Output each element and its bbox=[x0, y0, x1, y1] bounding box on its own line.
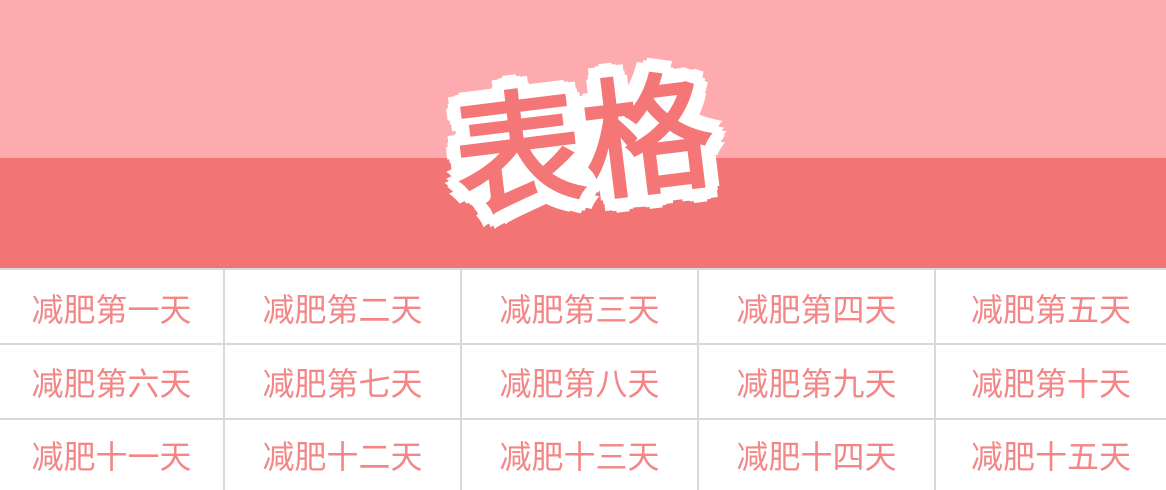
table-cell: 减肥第五天 bbox=[970, 290, 1131, 329]
page-title: 表格 bbox=[446, 56, 723, 237]
table-cell: 减肥十二天 bbox=[225, 420, 462, 490]
table-cell: 减肥十一天 bbox=[0, 420, 225, 490]
header-banner: 表格 bbox=[0, 0, 1166, 268]
table-cell: 减肥第三天 bbox=[462, 270, 699, 343]
table-cell: 减肥十五天 bbox=[970, 438, 1131, 476]
table-cell: 减肥第十天 bbox=[970, 364, 1131, 403]
table-cell: 减肥第八天 bbox=[462, 345, 699, 418]
table-row: 减肥第一天 减肥第二天 减肥第三天 减肥第四天 减肥第五天 bbox=[0, 270, 1166, 345]
table-row: 减肥十一天 减肥十二天 减肥十三天 减肥十四天 减肥十五天 bbox=[0, 420, 1166, 490]
table-cell: 减肥十三天 bbox=[462, 420, 699, 490]
table-cell: 减肥第六天 bbox=[0, 345, 225, 418]
table-cell: 减肥第四天 bbox=[699, 270, 936, 343]
table-cell: 减肥第九天 bbox=[699, 345, 936, 418]
table-cell: 减肥十四天 bbox=[699, 420, 936, 490]
table-cell: 减肥第七天 bbox=[225, 345, 462, 418]
diet-table: 减肥第一天 减肥第二天 减肥第三天 减肥第四天 减肥第五天 减肥第六天 减肥第七… bbox=[0, 268, 1166, 490]
table-cell: 减肥第一天 bbox=[0, 270, 225, 343]
title-sticker: 表格 bbox=[420, 44, 749, 258]
table-cell: 减肥第二天 bbox=[225, 270, 462, 343]
table-row: 减肥第六天 减肥第七天 减肥第八天 减肥第九天 减肥第十天 bbox=[0, 345, 1166, 420]
